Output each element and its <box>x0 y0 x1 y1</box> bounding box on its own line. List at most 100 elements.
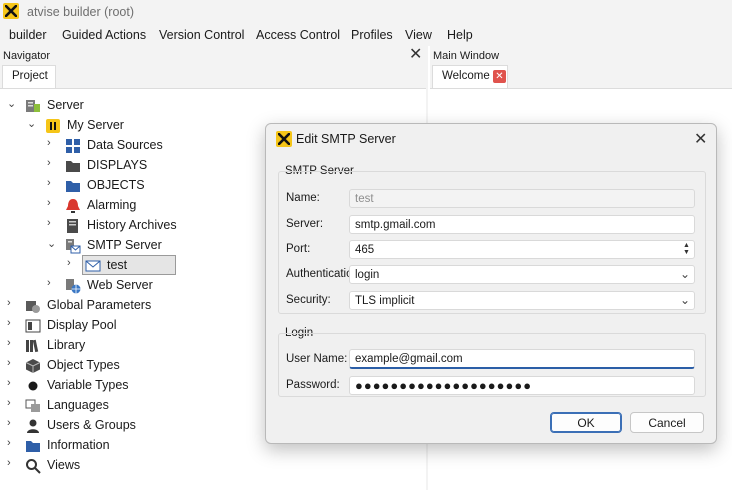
spin-arrows-icon[interactable]: ▲ ▼ <box>683 242 692 256</box>
tree-item-label: Server <box>47 98 84 112</box>
library-icon <box>25 338 41 354</box>
tree-item-library[interactable]: › Library <box>0 337 200 355</box>
tree-item-data-sources[interactable]: › Data Sources <box>0 137 200 155</box>
chevron-right-icon[interactable]: › <box>7 417 19 429</box>
password-label: Password: <box>286 379 340 391</box>
password-value: ●●●●●●●●●●●●●●●●●●●● <box>355 378 533 393</box>
ok-button[interactable]: OK <box>550 412 622 433</box>
close-tab-icon[interactable]: ✕ <box>493 70 506 83</box>
chevron-down-icon[interactable]: ⌄ <box>47 237 59 250</box>
tree-item-label: History Archives <box>87 218 177 232</box>
folder-icon <box>65 178 81 194</box>
tree-item-views[interactable]: › Views <box>0 457 200 475</box>
smtp-server-icon <box>65 238 81 254</box>
chevron-right-icon[interactable]: › <box>7 377 19 389</box>
window-title: atvise builder (root) <box>27 5 134 19</box>
tree-item-smtp-server[interactable]: ⌄ SMTP Server <box>0 237 200 255</box>
history-archive-icon <box>65 218 81 234</box>
atvise-logo-icon <box>276 131 292 147</box>
chevron-right-icon[interactable]: › <box>7 317 19 329</box>
menu-bar: builder Guided Actions Version Control A… <box>0 24 732 46</box>
tree-item-information[interactable]: › Information <box>0 437 200 455</box>
tree-item-history-archives[interactable]: › History Archives <box>0 217 200 235</box>
tree-item-label: Data Sources <box>87 138 163 152</box>
envelope-icon <box>85 258 101 274</box>
chevron-right-icon[interactable]: › <box>7 397 19 409</box>
atvise-server-icon <box>45 118 61 134</box>
menu-access-control[interactable]: Access Control <box>256 28 340 42</box>
main-window-title: Main Window <box>433 50 500 62</box>
chevron-right-icon[interactable]: › <box>7 457 19 469</box>
chevron-down-icon[interactable]: ⌄ <box>27 117 39 130</box>
chevron-down-icon: ⌄ <box>679 267 690 281</box>
dialog-close-icon[interactable]: ✕ <box>694 129 707 149</box>
tab-welcome[interactable]: Welcome ✕ <box>432 65 508 88</box>
folder-icon <box>25 438 41 454</box>
tree-item-label: DISPLAYS <box>87 158 148 172</box>
chevron-right-icon[interactable]: › <box>7 437 19 449</box>
password-field[interactable]: ●●●●●●●●●●●●●●●●●●●● <box>349 376 695 395</box>
server-value: smtp.gmail.com <box>355 219 436 231</box>
chevron-right-icon[interactable]: › <box>7 297 19 309</box>
menu-profiles[interactable]: Profiles <box>351 28 393 42</box>
atvise-logo-icon <box>3 3 19 19</box>
chevron-right-icon[interactable]: › <box>7 337 19 349</box>
chevron-right-icon[interactable]: › <box>47 197 59 209</box>
port-label: Port: <box>286 243 311 255</box>
tree-item-languages[interactable]: › Languages <box>0 397 200 415</box>
menu-view[interactable]: View <box>405 28 432 42</box>
languages-icon <box>25 398 41 414</box>
global-parameters-icon <box>25 298 41 314</box>
tree-item-label: Languages <box>47 398 109 412</box>
tab-project[interactable]: Project <box>2 65 56 88</box>
dot-icon <box>25 378 41 394</box>
menu-guided-actions[interactable]: Guided Actions <box>62 28 146 42</box>
tree-item-server[interactable]: ⌄ Server <box>0 97 200 115</box>
tree-item-object-types[interactable]: › Object Types <box>0 357 200 375</box>
security-label: Security: <box>286 294 331 306</box>
chevron-down-icon[interactable]: ⌄ <box>7 97 19 110</box>
server-icon <box>25 98 41 114</box>
tree-item-label: Global Parameters <box>47 298 152 312</box>
chevron-right-icon[interactable]: › <box>67 257 79 269</box>
tree-item-label: test <box>107 258 128 272</box>
authentication-select[interactable]: login ⌄ <box>349 265 695 284</box>
menu-builder[interactable]: builder <box>9 28 47 42</box>
tree-item-label: Views <box>47 458 81 472</box>
chevron-right-icon[interactable]: › <box>7 357 19 369</box>
tree-item-label: Library <box>47 338 86 352</box>
menu-help[interactable]: Help <box>447 28 473 42</box>
tree-item-test[interactable]: › test <box>0 257 176 275</box>
security-select[interactable]: TLS implicit ⌄ <box>349 291 695 310</box>
tree-item-label: Display Pool <box>47 318 117 332</box>
tree-item-web-server[interactable]: › Web Server <box>0 277 200 295</box>
name-value: test <box>355 193 374 205</box>
chevron-right-icon[interactable]: › <box>47 157 59 169</box>
username-field[interactable]: example@gmail.com <box>349 349 695 369</box>
tree-item-displays[interactable]: › DISPLAYS <box>0 157 200 175</box>
dialog-title: Edit SMTP Server <box>296 132 396 146</box>
tree-item-label: Alarming <box>87 198 137 212</box>
tree-item-display-pool[interactable]: › Display Pool <box>0 317 200 335</box>
username-value: example@gmail.com <box>355 353 463 365</box>
chevron-right-icon[interactable]: › <box>47 177 59 189</box>
chevron-right-icon[interactable]: › <box>47 217 59 229</box>
tree-item-users-groups[interactable]: › Users & Groups <box>0 417 200 435</box>
tree-item-variable-types[interactable]: › Variable Types <box>0 377 200 395</box>
menu-version-control[interactable]: Version Control <box>159 28 244 42</box>
tree-item-label: Users & Groups <box>47 418 136 432</box>
server-label: Server: <box>286 218 324 230</box>
cancel-button[interactable]: Cancel <box>630 412 704 433</box>
authentication-value: login <box>355 269 380 281</box>
server-field[interactable]: smtp.gmail.com <box>349 215 695 234</box>
chevron-right-icon[interactable]: › <box>47 277 59 289</box>
tree-item-global-parameters[interactable]: › Global Parameters <box>0 297 200 315</box>
navigator-title: Navigator <box>3 50 51 62</box>
chevron-right-icon[interactable]: › <box>47 137 59 149</box>
navigator-close-icon[interactable]: ✕ <box>409 47 422 63</box>
tree-item-my-server[interactable]: ⌄ My Server <box>0 117 200 135</box>
port-spinbox[interactable]: 465 ▲ ▼ <box>349 240 695 259</box>
tree-item-alarming[interactable]: › Alarming <box>0 197 200 215</box>
name-label: Name: <box>286 192 320 204</box>
tree-item-objects[interactable]: › OBJECTS <box>0 177 200 195</box>
